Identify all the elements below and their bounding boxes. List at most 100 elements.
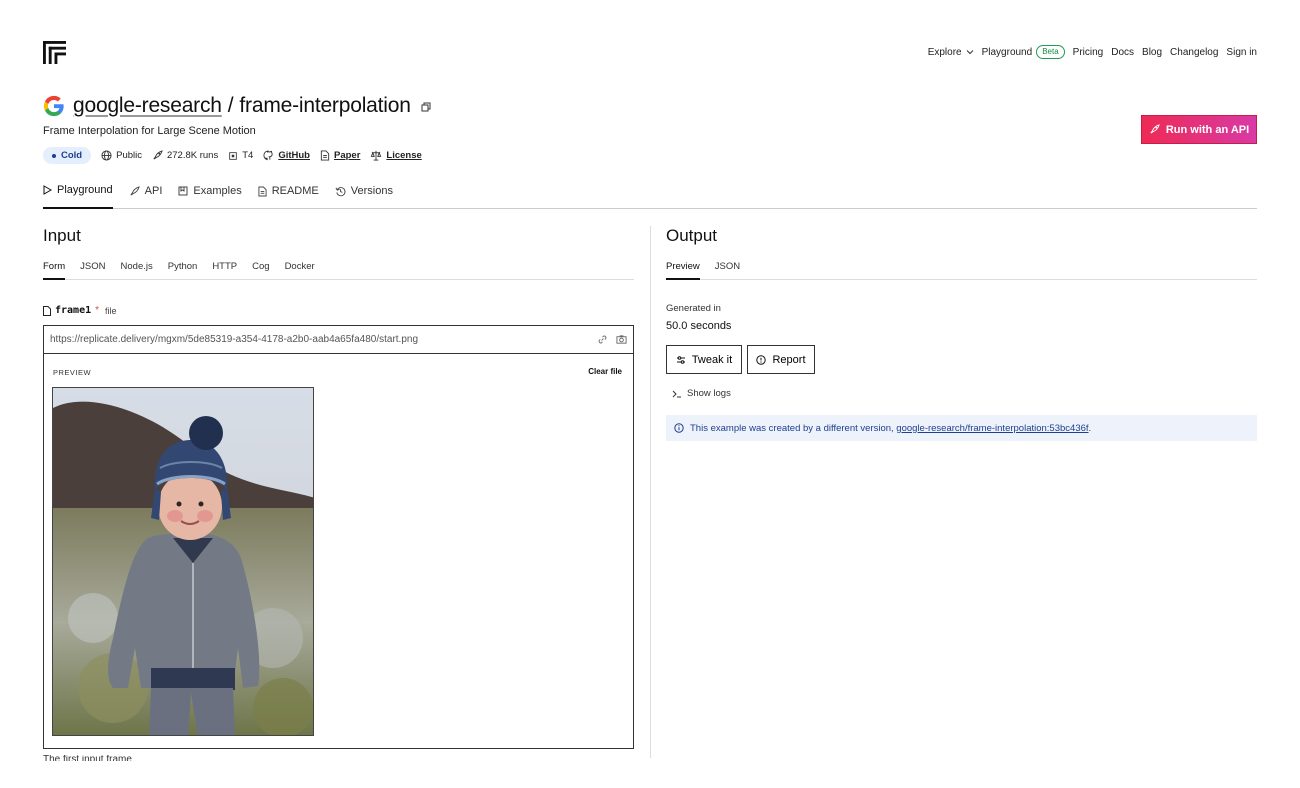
nav-blog[interactable]: Blog [1142, 47, 1162, 58]
run-with-api-label: Run with an API [1165, 123, 1250, 136]
field-description: The first input frame [43, 755, 132, 761]
github-link[interactable]: GitHub [263, 150, 310, 161]
output-subtab-preview[interactable]: Preview [666, 260, 700, 280]
page-title: google-research / frame-interpolation [73, 94, 431, 118]
nav-pricing[interactable]: Pricing [1073, 47, 1104, 58]
camera-icon[interactable] [616, 334, 627, 345]
tab-versions[interactable]: Versions [335, 182, 393, 209]
link-icon[interactable] [597, 334, 608, 345]
tweak-it-button[interactable]: Tweak it [666, 345, 742, 374]
runs-label: 272.8K runs [166, 150, 219, 161]
model-owner-link[interactable]: google-research [73, 94, 222, 118]
show-logs-toggle[interactable]: Show logs [672, 388, 731, 399]
version-link[interactable]: google-research/frame-interpolation:53bc… [896, 423, 1088, 434]
tab-readme[interactable]: README [258, 182, 319, 209]
title-separator: / [227, 94, 234, 117]
google-logo-icon [43, 95, 64, 117]
required-marker: * [95, 305, 100, 316]
version-notice: This example was created by a different … [666, 415, 1257, 441]
copy-icon[interactable] [421, 102, 431, 112]
visibility-label: Public [116, 150, 142, 161]
nav-changelog[interactable]: Changelog [1170, 47, 1218, 58]
tab-playground[interactable]: Playground [43, 182, 113, 209]
nav-signin[interactable]: Sign in [1226, 47, 1257, 58]
status-label: Cold [61, 150, 83, 161]
field-name: frame1 [55, 305, 92, 316]
show-logs-label: Show logs [687, 388, 731, 399]
nav-playground-label: Playground [981, 46, 1033, 58]
nav-docs[interactable]: Docs [1111, 47, 1134, 58]
input-subtab-json[interactable]: JSON [80, 260, 105, 280]
input-subtab-http[interactable]: HTTP [212, 260, 237, 280]
license-link[interactable]: License [370, 150, 422, 161]
main-nav: Explore Playground Beta Pricing Docs Blo… [928, 45, 1257, 59]
output-subtabs: Preview JSON [666, 260, 1257, 280]
license-label: License [386, 150, 422, 161]
input-subtab-form[interactable]: Form [43, 260, 66, 280]
play-icon [43, 185, 52, 195]
sliders-icon [676, 355, 685, 364]
rocket-icon [1150, 124, 1160, 134]
hardware-item: T4 [228, 150, 253, 161]
beta-badge: Beta [1036, 45, 1065, 59]
tab-playground-label: Playground [57, 184, 113, 196]
terminal-icon [672, 390, 681, 397]
run-with-api-button[interactable]: Run with an API [1141, 115, 1257, 144]
field-type: file [105, 305, 117, 316]
input-subtab-cog[interactable]: Cog [252, 260, 269, 280]
rocket-icon [130, 185, 140, 196]
top-bar: Explore Playground Beta Pricing Docs Blo… [43, 40, 1257, 64]
child-photo-icon [53, 388, 313, 735]
nav-explore[interactable]: Explore [928, 47, 974, 58]
clear-file-button[interactable]: Clear file [588, 367, 622, 376]
notice-end: . [1088, 422, 1092, 434]
nav-explore-label: Explore [927, 46, 962, 58]
frame1-url-value: https://replicate.delivery/mgxm/5de85319… [50, 334, 419, 345]
file-preview-box: PREVIEW Clear file [43, 353, 634, 749]
tab-api-label: API [144, 185, 163, 197]
frame1-field-label: frame1 * file [43, 305, 117, 316]
tab-examples[interactable]: Examples [178, 182, 242, 209]
notice-text: This example was created by a different … [690, 423, 1091, 434]
globe-icon [101, 150, 112, 161]
model-meta: Cold Public 272.8K runs T4 GitHub Paper … [43, 147, 422, 164]
file-icon [43, 305, 51, 316]
document-icon [258, 186, 267, 196]
input-title: Input [43, 226, 81, 245]
status-badge: Cold [43, 147, 92, 164]
output-subtab-json[interactable]: JSON [715, 260, 740, 280]
tab-examples-label: Examples [193, 185, 242, 197]
replicate-logo[interactable] [43, 40, 66, 64]
tab-api[interactable]: API [129, 182, 163, 209]
alert-circle-icon [756, 354, 767, 365]
github-label: GitHub [278, 150, 310, 161]
github-icon [263, 150, 273, 161]
input-subtabs: Form JSON Node.js Python HTTP Cog Docker [43, 260, 634, 280]
paper-link[interactable]: Paper [320, 150, 360, 161]
nav-playground[interactable]: Playground Beta [982, 45, 1065, 59]
model-name: frame-interpolation [239, 94, 411, 117]
main-tabs: Playground API Examples README Versions [43, 182, 1257, 209]
input-subtab-nodejs[interactable]: Node.js [121, 260, 153, 280]
document-icon [320, 150, 330, 161]
paper-label: Paper [333, 150, 361, 161]
scale-icon [371, 150, 382, 161]
visibility-item: Public [101, 150, 142, 161]
input-subtab-python[interactable]: Python [168, 260, 198, 280]
chevron-down-icon [966, 50, 973, 55]
report-button[interactable]: Report [747, 345, 815, 374]
runs-item: 272.8K runs [152, 150, 218, 161]
model-title-row: google-research / frame-interpolation [43, 94, 431, 118]
info-icon [674, 423, 684, 433]
frame1-url-input[interactable]: https://replicate.delivery/mgxm/5de85319… [43, 325, 634, 354]
status-dot-icon [52, 153, 56, 158]
panel-divider [650, 226, 651, 758]
model-description: Frame Interpolation for Large Scene Moti… [43, 125, 256, 137]
input-subtab-docker[interactable]: Docker [285, 260, 315, 280]
history-icon [335, 186, 346, 196]
url-input-icons [597, 334, 627, 345]
tab-readme-label: README [271, 185, 319, 197]
generated-in-value: 50.0 seconds [666, 320, 732, 332]
hardware-label: T4 [242, 150, 254, 161]
bookmark-icon [178, 186, 188, 196]
